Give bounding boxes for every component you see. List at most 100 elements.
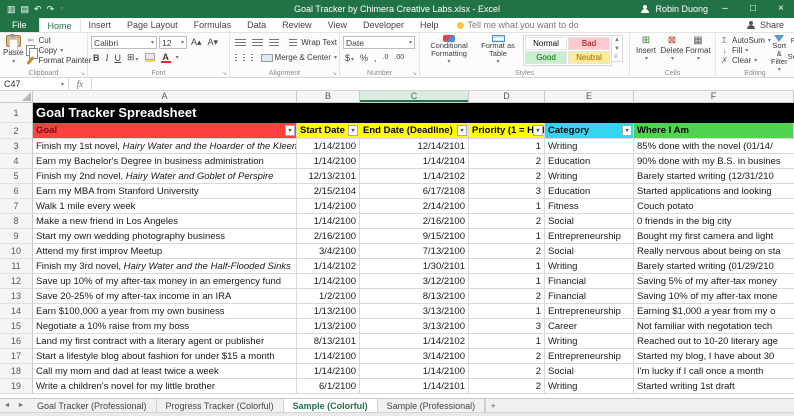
cell-start-date[interactable]: 1/13/2100	[297, 304, 360, 319]
cell-start-date[interactable]: 1/2/2100	[297, 289, 360, 304]
decrease-decimal-icon[interactable]: .00	[392, 54, 406, 61]
increase-decimal-icon[interactable]: .0	[381, 54, 391, 61]
cell-status[interactable]: Earning $1,000 a year from my o	[634, 304, 794, 319]
header-cell[interactable]: Priority (1 = High,▾	[469, 123, 545, 139]
cell-goal[interactable]: Call my mom and dad at least twice a wee…	[33, 364, 297, 379]
cell-priority[interactable]: 1	[469, 304, 545, 319]
cell-style-good[interactable]: Good	[525, 51, 567, 64]
align-center-icon[interactable]	[243, 54, 245, 62]
cell-priority[interactable]: 2	[469, 244, 545, 259]
column-header-A[interactable]: A	[33, 91, 297, 102]
cell-category[interactable]: Social	[545, 214, 634, 229]
column-header-F[interactable]: F	[634, 91, 794, 102]
cell-priority[interactable]: 2	[469, 364, 545, 379]
row-number-8[interactable]: 8	[0, 214, 33, 229]
cell-start-date[interactable]: 1/14/2100	[297, 364, 360, 379]
paste-button[interactable]: Paste▾	[3, 35, 23, 66]
header-cell[interactable]: Goal▾	[33, 123, 297, 139]
cell-end-date[interactable]: 12/14/2101	[360, 139, 469, 154]
increase-font-icon[interactable]: A▴	[189, 37, 204, 48]
cell-priority[interactable]: 2	[469, 289, 545, 304]
header-cell[interactable]: End Date (Deadline)▾	[360, 123, 469, 139]
number-format-combo[interactable]: Date▾	[343, 36, 415, 49]
row-number-3[interactable]: 3	[0, 139, 33, 154]
cell-status[interactable]: Couch potato	[634, 199, 794, 214]
row-number-10[interactable]: 10	[0, 244, 33, 259]
align-left-icon[interactable]	[235, 54, 237, 62]
merge-center-button[interactable]: Merge & Center▾	[261, 53, 337, 63]
cell-start-date[interactable]: 2/16/2100	[297, 229, 360, 244]
borders-icon[interactable]: ⊞▾	[125, 52, 141, 63]
row-number-16[interactable]: 16	[0, 334, 33, 349]
cell-status[interactable]: Saving 5% of my after-tax money	[634, 274, 794, 289]
cell-goal[interactable]: Finish my 1st novel, Hairy Water and the…	[33, 139, 297, 154]
row-number-7[interactable]: 7	[0, 199, 33, 214]
excel-logo-icon[interactable]: ▥	[7, 0, 16, 18]
cell-category[interactable]: Entrepreneurship	[545, 229, 634, 244]
cell-category[interactable]: Entrepreneurship	[545, 304, 634, 319]
cell-category[interactable]: Writing	[545, 259, 634, 274]
cell-goal[interactable]: Save up 10% of my after-tax money in an …	[33, 274, 297, 289]
cell-start-date[interactable]: 1/14/2100	[297, 199, 360, 214]
filter-dropdown-icon[interactable]: ▾	[285, 125, 295, 136]
new-sheet-button[interactable]: +	[485, 399, 500, 412]
autosum-button[interactable]: ΣAutoSum▾	[719, 36, 771, 46]
cell-goal[interactable]: Earn $100,000 a year from my own busines…	[33, 304, 297, 319]
cell-status[interactable]: Not familiar with negotation tech	[634, 319, 794, 334]
cell-priority[interactable]: 1	[469, 274, 545, 289]
cell-end-date[interactable]: 3/12/2100	[360, 274, 469, 289]
cell-category[interactable]: Financial	[545, 289, 634, 304]
cell-end-date[interactable]: 7/13/2100	[360, 244, 469, 259]
alignment-dialog-launcher[interactable]: ↘	[332, 70, 337, 77]
cell-category[interactable]: Entrepreneurship	[545, 349, 634, 364]
cell-style-bad[interactable]: Bad	[568, 37, 610, 50]
cell-end-date[interactable]: 2/14/2100	[360, 199, 469, 214]
number-dialog-launcher[interactable]: ↘	[412, 70, 417, 77]
cell-start-date[interactable]: 1/14/2100	[297, 139, 360, 154]
cell-start-date[interactable]: 6/1/2100	[297, 379, 360, 394]
cell-goal[interactable]: Land my first contract with a literary a…	[33, 334, 297, 349]
redo-icon[interactable]: ↷	[47, 0, 55, 18]
fill-color-icon[interactable]	[143, 53, 157, 62]
filter-dropdown-icon[interactable]: ▾	[348, 125, 358, 136]
font-size-combo[interactable]: 12▾	[159, 36, 187, 49]
cell-end-date[interactable]: 1/14/2101	[360, 379, 469, 394]
sort-filter-button[interactable]: Sort & Filter ▾	[771, 35, 788, 66]
delete-cells-button[interactable]: ⊠ Delete ▾	[659, 35, 685, 66]
tab-review[interactable]: Review	[274, 18, 320, 32]
cell-goal[interactable]: Negotiate a 10% raise from my boss	[33, 319, 297, 334]
wrap-text-button[interactable]: Wrap Text	[287, 38, 337, 48]
cell-goal[interactable]: Finish my 2nd novel, Hairy Water and Gob…	[33, 169, 297, 184]
cell-category[interactable]: Writing	[545, 169, 634, 184]
format-as-table-button[interactable]: Format as Table ▾	[475, 35, 521, 66]
find-select-button[interactable]: Find & Select ▾	[788, 35, 794, 66]
cell-start-date[interactable]: 12/13/2101	[297, 169, 360, 184]
row-number-5[interactable]: 5	[0, 169, 33, 184]
filter-dropdown-icon[interactable]: ▾	[457, 125, 467, 136]
column-header-B[interactable]: B	[297, 91, 360, 102]
cell-style-neutral[interactable]: Neutral	[568, 51, 610, 64]
cell-priority[interactable]: 2	[469, 154, 545, 169]
cell-goal[interactable]: Make a new friend in Los Angeles	[33, 214, 297, 229]
conditional-formatting-button[interactable]: Conditional Formatting ▾	[423, 35, 475, 66]
align-right-icon[interactable]	[251, 54, 253, 62]
cell-status[interactable]: Started my blog, I have about 30	[634, 349, 794, 364]
cell-status[interactable]: Barely started writing (01/29/210	[634, 259, 794, 274]
cell-category[interactable]: Financial	[545, 274, 634, 289]
minimize-button[interactable]: –	[714, 0, 736, 18]
font-dialog-launcher[interactable]: ↘	[222, 70, 227, 77]
format-cells-button[interactable]: ▦ Format ▾	[685, 35, 711, 66]
tell-me-box[interactable]: Tell me what you want to do	[457, 18, 579, 32]
cell-status[interactable]: 0 friends in the big city	[634, 214, 794, 229]
tab-home[interactable]: Home	[39, 18, 81, 32]
column-header-D[interactable]: D	[469, 91, 545, 102]
cell-priority[interactable]: 2	[469, 349, 545, 364]
column-header-C[interactable]: C	[360, 91, 469, 102]
row-number-11[interactable]: 11	[0, 259, 33, 274]
cell-category[interactable]: Social	[545, 364, 634, 379]
tab-data[interactable]: Data	[239, 18, 274, 32]
cell-priority[interactable]: 1	[469, 229, 545, 244]
cell-end-date[interactable]: 3/13/2100	[360, 304, 469, 319]
user-name[interactable]: Robin Duong	[655, 4, 708, 14]
cell-status[interactable]: Started applications and looking	[634, 184, 794, 199]
